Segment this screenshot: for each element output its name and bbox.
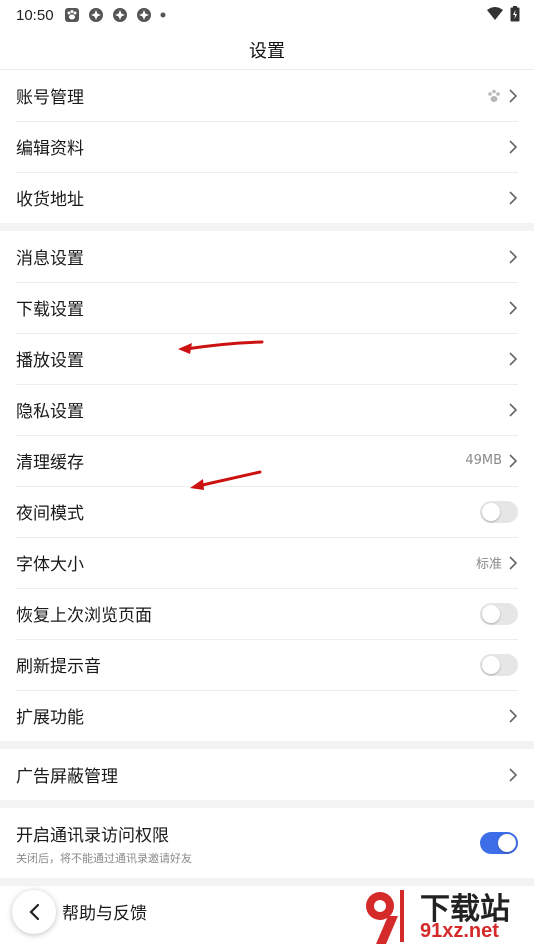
settings-row-edit-profile[interactable]: 编辑资料 <box>0 121 534 172</box>
watermark-domain: 91xz.net <box>420 920 499 942</box>
refresh-sound-toggle[interactable] <box>480 653 518 676</box>
chevron-right-icon <box>509 139 518 154</box>
settings-row-download[interactable]: 下载设置 <box>0 282 534 333</box>
row-label: 消息设置 <box>16 249 84 269</box>
chevron-right-icon <box>509 402 518 417</box>
row-label: 隐私设置 <box>16 402 84 422</box>
row-label: 账号管理 <box>16 88 84 108</box>
paw-notification-icon <box>64 8 79 22</box>
annotation-arrow <box>178 340 264 354</box>
wifi-icon <box>487 7 503 20</box>
row-label: 编辑资料 <box>16 139 84 159</box>
section-divider <box>0 800 534 808</box>
restore-last-page-toggle[interactable] <box>480 602 518 625</box>
row-label: 刷新提示音 <box>16 657 101 677</box>
chevron-right-icon <box>509 351 518 366</box>
toggle-knob <box>482 655 500 674</box>
row-label: 扩展功能 <box>16 708 84 728</box>
font-size-value: 标准 <box>475 557 502 572</box>
settings-group-contacts: 开启通讯录访问权限 关闭后，将不能通过通讯录邀请好友 <box>0 808 534 878</box>
page-title: 设置 <box>249 40 285 62</box>
settings-row-message[interactable]: 消息设置 <box>0 231 534 282</box>
settings-row-clear-cache[interactable]: 清理缓存 49MB <box>0 435 534 486</box>
settings-row-contacts-permission: 开启通讯录访问权限 关闭后，将不能通过通讯录邀请好友 <box>0 808 534 878</box>
toggle-knob <box>482 502 500 521</box>
app-notification-icon <box>136 8 151 22</box>
toggle-knob <box>498 834 516 852</box>
settings-row-extensions[interactable]: 扩展功能 <box>0 690 534 741</box>
annotation-arrow <box>190 470 262 490</box>
night-mode-toggle[interactable] <box>480 500 518 523</box>
chevron-right-icon <box>509 300 518 315</box>
chevron-right-icon <box>509 88 518 103</box>
dot-icon <box>160 12 166 18</box>
status-bar: 10:50 <box>0 0 534 30</box>
settings-group-account: 账号管理 编辑资料 收货地址 <box>0 70 534 223</box>
back-button[interactable] <box>12 890 56 934</box>
contacts-permission-toggle[interactable] <box>480 832 518 854</box>
settings-row-shipping-address[interactable]: 收货地址 <box>0 172 534 223</box>
section-divider <box>0 741 534 749</box>
settings-row-refresh-sound: 刷新提示音 <box>0 639 534 690</box>
app-notification-icon <box>88 8 103 22</box>
watermark-logo: 下载站 91xz.net <box>358 886 528 946</box>
watermark-emblem <box>366 890 404 944</box>
chevron-right-icon <box>509 767 518 782</box>
settings-group-general: 消息设置 下载设置 播放设置 隐私设置 清理缓存 49MB 夜间模式 字体大小 … <box>0 231 534 741</box>
status-time: 10:50 <box>16 6 54 24</box>
settings-row-playback[interactable]: 播放设置 <box>0 333 534 384</box>
row-label: 字体大小 <box>16 555 84 575</box>
settings-row-account[interactable]: 账号管理 <box>0 70 534 121</box>
chevron-left-icon <box>29 903 40 921</box>
row-label: 广告屏蔽管理 <box>16 767 118 787</box>
row-label: 收货地址 <box>16 190 84 210</box>
section-divider <box>0 223 534 231</box>
row-subtitle: 关闭后，将不能通过通讯录邀请好友 <box>16 851 192 865</box>
row-label: 夜间模式 <box>16 504 84 524</box>
settings-row-restore-last-page: 恢复上次浏览页面 <box>0 588 534 639</box>
chevron-right-icon <box>509 190 518 205</box>
chevron-right-icon <box>509 453 518 468</box>
settings-row-font-size[interactable]: 字体大小 标准 <box>0 537 534 588</box>
chevron-right-icon <box>509 708 518 723</box>
paw-icon <box>488 89 500 102</box>
title-bar: 设置 <box>0 30 534 70</box>
app-notification-icon <box>112 8 127 22</box>
battery-icon <box>510 6 520 22</box>
chevron-right-icon <box>509 249 518 264</box>
settings-row-adblock[interactable]: 广告屏蔽管理 <box>0 749 534 800</box>
row-label: 下载设置 <box>16 300 84 320</box>
settings-row-night-mode: 夜间模式 <box>0 486 534 537</box>
settings-group-adblock: 广告屏蔽管理 <box>0 749 534 800</box>
cache-size-value: 49MB <box>465 453 502 468</box>
toggle-knob <box>482 604 500 623</box>
chevron-right-icon <box>509 555 518 570</box>
settings-row-privacy[interactable]: 隐私设置 <box>0 384 534 435</box>
notification-icons <box>64 7 166 23</box>
row-label: 恢复上次浏览页面 <box>16 606 152 626</box>
row-label: 开启通讯录访问权限 <box>16 825 169 846</box>
